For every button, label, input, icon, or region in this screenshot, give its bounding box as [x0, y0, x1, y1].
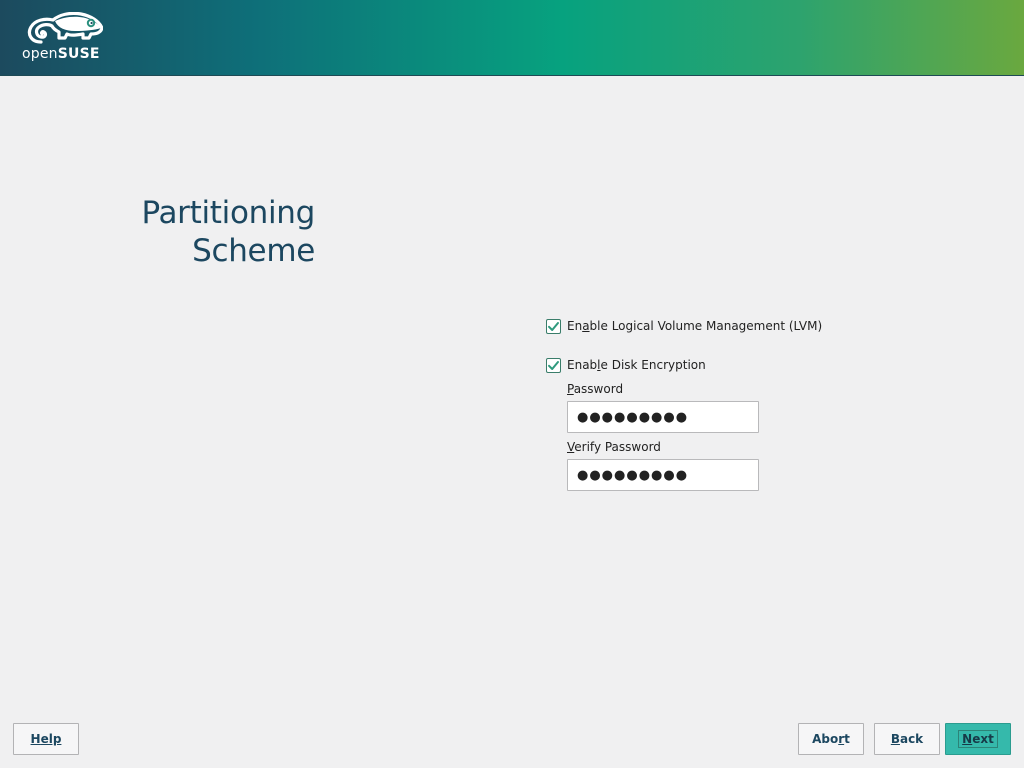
header-banner: openSUSE — [0, 0, 1024, 76]
next-button[interactable]: Next — [945, 723, 1011, 755]
help-button-rest: elp — [40, 732, 62, 746]
password-label-rest: assword — [573, 382, 624, 396]
chameleon-logo-icon — [27, 12, 103, 44]
password-label: Password — [567, 382, 623, 396]
page-title: Partitioning Scheme — [0, 194, 315, 270]
opensuse-logo: openSUSE — [22, 12, 106, 64]
logo-text-suse: SUSE — [57, 46, 100, 62]
back-button[interactable]: Back — [874, 723, 940, 755]
verify-password-label: Verify Password — [567, 440, 661, 454]
lvm-label-pre: En — [567, 319, 583, 333]
back-button-mnemonic: B — [890, 732, 900, 746]
verify-password-field[interactable] — [567, 459, 759, 491]
encryption-checkbox-label[interactable]: Enable Disk Encryption — [567, 358, 706, 372]
encryption-option[interactable]: Enable Disk Encryption — [546, 357, 706, 373]
password-label-mnemonic: P — [567, 382, 574, 396]
next-button-rest: ext — [972, 732, 994, 746]
checkmark-icon — [548, 360, 559, 370]
abort-button-pre: Abo — [812, 732, 839, 746]
logo-wordmark: openSUSE — [22, 46, 100, 62]
abort-button-post: t — [844, 732, 850, 746]
logo-text-open: open — [22, 46, 58, 62]
lvm-option[interactable]: Enable Logical Volume Management (LVM) — [546, 318, 822, 334]
encryption-label-post: e Disk Encryption — [600, 358, 706, 372]
encryption-checkbox[interactable] — [546, 357, 561, 373]
verify-password-label-rest: erify Password — [574, 440, 661, 454]
password-field[interactable] — [567, 401, 759, 433]
encryption-label-pre: Enab — [567, 358, 598, 372]
lvm-label-mnemonic: a — [582, 319, 590, 333]
lvm-checkbox[interactable] — [546, 318, 561, 334]
next-button-focus: Next — [958, 730, 998, 748]
page-title-line-2: Scheme — [192, 233, 315, 269]
back-button-rest: ack — [899, 732, 924, 746]
help-button[interactable]: Help — [13, 723, 79, 755]
checkmark-icon — [548, 321, 559, 331]
page-title-line-1: Partitioning — [141, 195, 315, 231]
lvm-label-post: ble Logical Volume Management (LVM) — [589, 319, 823, 333]
lvm-checkbox-label[interactable]: Enable Logical Volume Management (LVM) — [567, 319, 822, 333]
help-button-mnemonic: H — [30, 732, 41, 746]
abort-button[interactable]: Abo r t — [798, 723, 864, 755]
next-button-mnemonic: N — [962, 732, 973, 746]
